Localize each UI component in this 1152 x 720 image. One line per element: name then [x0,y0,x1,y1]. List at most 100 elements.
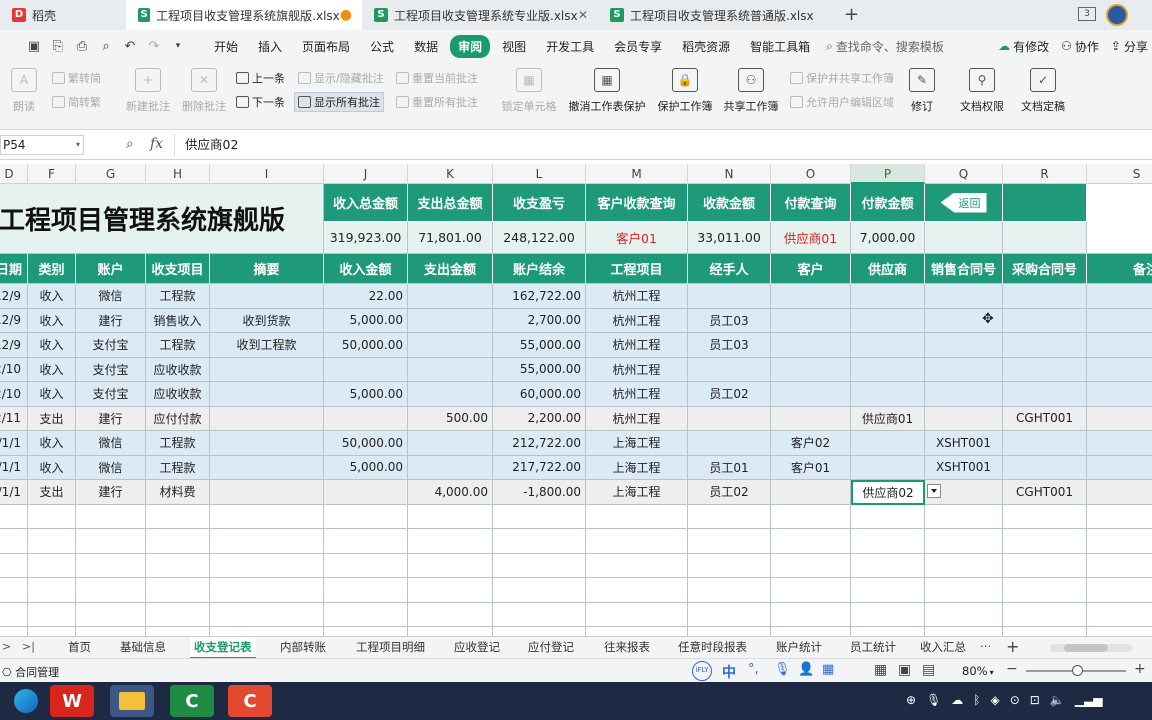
sheet-tab[interactable]: 任意时段报表 [674,637,751,659]
sheet-tab[interactable]: 基础信息 [116,637,170,659]
table-cell[interactable]: CGHT001 [1003,480,1087,505]
table-cell[interactable]: 微信 [76,431,146,456]
empty-cell[interactable] [586,578,688,603]
table-cell[interactable]: 收入 [28,382,76,407]
empty-cell[interactable] [1003,578,1087,603]
show-hide-comment-button[interactable]: 显示/隐藏批注 [298,68,384,88]
table-cell[interactable] [1087,406,1152,431]
menu-formula[interactable]: 公式 [362,35,402,58]
table-cell[interactable] [1087,308,1152,333]
empty-cell[interactable] [76,553,146,578]
table-cell[interactable] [408,382,493,407]
table-cell[interactable] [851,431,925,456]
table-header-cell[interactable]: 采购合同号 [1003,254,1087,284]
empty-cell[interactable] [688,602,771,627]
table-cell[interactable]: 162,722.00 [493,284,586,309]
empty-cell[interactable] [146,504,210,529]
table-cell[interactable]: 杭州工程 [586,406,688,431]
table-cell[interactable] [688,284,771,309]
table-cell[interactable]: 收入 [28,284,76,309]
empty-cell[interactable] [324,627,408,636]
empty-cell[interactable] [1087,505,1152,529]
table-cell[interactable]: 建行 [76,480,146,505]
reset-current-comment-button[interactable]: 重置当前批注 [396,68,478,88]
empty-cell[interactable] [408,602,493,627]
table-cell[interactable] [1003,333,1087,358]
table-cell[interactable]: /12/10 [0,382,28,407]
formula-input[interactable]: 供应商02 [174,134,1152,156]
table-cell[interactable] [1003,308,1087,333]
table-cell[interactable] [1003,431,1087,456]
empty-cell[interactable] [408,578,493,603]
column-header-H[interactable]: H [146,164,210,184]
allow-edit-range-button[interactable]: 允许用户编辑区域 [790,92,894,112]
empty-cell[interactable] [1003,553,1087,578]
table-cell[interactable] [1087,284,1152,309]
empty-cell[interactable] [210,504,324,529]
punctuation-icon[interactable]: °, [748,662,759,677]
zoom-slider[interactable] [1026,665,1126,676]
column-header-N[interactable]: N [688,164,771,184]
empty-cell[interactable] [1003,627,1087,636]
table-cell[interactable]: /12/9 [0,284,28,309]
show-all-comments-button[interactable]: 显示所有批注 [294,92,384,112]
empty-cell[interactable] [851,529,925,554]
avatar[interactable] [1106,4,1128,26]
empty-cell[interactable] [493,553,586,578]
table-header-cell[interactable]: 账户 [76,254,146,284]
table-cell[interactable] [925,284,1003,309]
page-break-view-icon[interactable]: ▤ [922,662,935,678]
unprotect-sheet-button[interactable]: ▦ 撤消工作表保护 [566,68,648,114]
name-box[interactable]: P54 ▾ [0,135,84,155]
table-cell[interactable]: 工程款 [146,455,210,480]
window-count-badge[interactable]: 3 [1078,7,1096,21]
menu-review[interactable]: 审阅 [450,34,491,58]
table-cell[interactable]: 员工03 [688,333,771,358]
table-cell[interactable]: /12/9 [0,333,28,358]
empty-cell[interactable] [925,578,1003,603]
reset-all-comments-button[interactable]: 重置所有批注 [396,92,478,112]
table-cell[interactable]: 2/1/1 [0,455,28,480]
zoom-level[interactable]: 80% ▾ [962,664,994,678]
empty-cell[interactable] [851,553,925,578]
table-cell[interactable]: 销售收入 [146,308,210,333]
table-cell[interactable]: 材料费 [146,480,210,505]
table-cell[interactable] [925,406,1003,431]
empty-cell[interactable] [408,627,493,636]
table-cell[interactable]: 55,000.00 [493,357,586,382]
empty-cell[interactable] [28,602,76,627]
table-cell[interactable]: XSHT001 [925,455,1003,480]
empty-cell[interactable] [28,504,76,529]
empty-cell[interactable] [28,529,76,554]
table-cell[interactable]: 收到货款 [210,308,324,333]
zoom-in-button[interactable]: + [1134,661,1146,677]
column-header-D[interactable]: D [0,164,28,184]
empty-cell[interactable] [771,602,851,627]
table-cell[interactable] [851,284,925,309]
table-cell[interactable]: 2/1/1 [0,480,28,505]
share-button[interactable]: 分享 [1124,38,1148,55]
table-cell[interactable]: 上海工程 [586,480,688,505]
table-cell[interactable]: 4,000.00 [408,480,493,505]
empty-cell[interactable] [493,504,586,529]
table-cell[interactable]: 客户01 [771,455,851,480]
table-cell[interactable] [324,357,408,382]
doc-finalize-button[interactable]: ✓ 文档定稿 [1014,68,1072,114]
more-sheets-icon[interactable]: ⋯ [980,639,992,653]
preview-icon[interactable]: ⌕ [96,36,116,56]
menu-layout[interactable]: 页面布局 [294,35,358,58]
table-cell[interactable] [771,357,851,382]
lock-cell-button[interactable]: ▦ 锁定单元格 [498,68,560,114]
summary-query-select[interactable]: 供应商01 [771,222,851,254]
empty-cell[interactable] [146,627,210,636]
table-header-cell[interactable]: 客户 [771,254,851,284]
table-cell[interactable]: 杭州工程 [586,382,688,407]
empty-cell[interactable] [210,553,324,578]
zoom-slider-thumb[interactable] [1072,665,1083,676]
table-cell[interactable] [1003,382,1087,407]
table-cell[interactable]: 上海工程 [586,455,688,480]
table-cell[interactable] [1087,455,1152,480]
menu-smart[interactable]: 智能工具箱 [742,35,818,58]
table-cell[interactable]: 供应商01 [851,406,925,431]
table-cell[interactable]: 2/1/1 [0,431,28,456]
